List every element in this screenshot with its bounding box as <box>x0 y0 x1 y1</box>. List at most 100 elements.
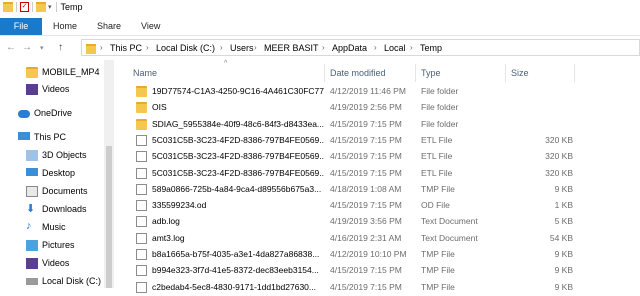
file-date-modified: 4/12/2019 11:46 PM <box>330 86 406 96</box>
properties-icon[interactable]: ✓ <box>20 2 29 12</box>
file-date-modified: 4/15/2019 7:15 PM <box>330 151 402 162</box>
file-row[interactable]: 5C031C5B-3C23-4F2D-8386-797B4FE0569... 4/… <box>114 133 640 149</box>
tab-home[interactable]: Home <box>53 18 77 35</box>
file-icon <box>136 265 147 277</box>
column-type[interactable]: Type <box>421 68 441 78</box>
download-icon: ⬇ <box>26 203 36 215</box>
file-size: 1 KB <box>554 200 573 211</box>
file-name: b8a1665a-b75f-4035-a3e1-4da827a86838... <box>152 249 320 259</box>
nav-item-music[interactable]: ♪ Music <box>0 219 104 237</box>
folder-icon <box>26 67 38 78</box>
file-row[interactable]: 5C031C5B-3C23-4F2D-8386-797B4FE0569... 4/… <box>114 166 640 182</box>
breadcrumb-meer-basit[interactable]: MEER BASIT <box>264 43 319 53</box>
file-row[interactable]: SDIAG_5955384e-40f9-48c6-84f3-d8433ea...… <box>114 117 640 133</box>
breadcrumb-this-pc[interactable]: This PC <box>110 43 142 53</box>
folder-icon <box>136 118 147 130</box>
file-date-modified: 4/15/2019 7:15 PM <box>330 200 402 211</box>
file-type: ETL File <box>421 134 453 145</box>
forward-arrow-icon[interactable]: → <box>22 42 32 53</box>
file-icon <box>136 151 147 163</box>
file-type: Text Document <box>421 232 478 243</box>
file-icon <box>136 200 147 212</box>
file-name: amt3.log <box>152 232 185 243</box>
cloud-icon <box>18 110 30 118</box>
breadcrumb-users[interactable]: Users <box>230 43 254 53</box>
nav-item-downloads[interactable]: ⬇ Downloads <box>0 201 104 219</box>
column-size[interactable]: Size <box>511 68 529 78</box>
file-row[interactable]: adb.log 4/19/2019 3:56 PM Text Document 5 K… <box>114 214 640 230</box>
tab-file[interactable]: File <box>0 18 42 35</box>
file-row[interactable]: 589a0866-725b-4a84-9ca4-d89556b675a3... 4… <box>114 182 640 198</box>
nav-item-videos-2[interactable]: Videos <box>0 255 104 273</box>
nav-item-desktop[interactable]: Desktop <box>0 165 104 183</box>
videos-icon <box>26 258 38 269</box>
file-name: 5C031C5B-3C23-4F2D-8386-797B4FE0569... <box>152 151 324 162</box>
customize-toolbar-chevron-icon[interactable]: ▾ <box>48 3 52 11</box>
file-icon <box>136 249 147 260</box>
file-icon <box>136 167 147 179</box>
nav-item-mobile-mp4[interactable]: MOBILE_MP4 <box>0 64 104 82</box>
back-arrow-icon[interactable]: ← <box>6 42 16 53</box>
ribbon-tabs: File Home Share View <box>0 18 640 36</box>
column-divider[interactable] <box>574 64 575 82</box>
column-divider[interactable] <box>324 64 325 82</box>
file-name: SDIAG_5955384e-40f9-48c6-84f3-d8433ea... <box>152 118 324 129</box>
window-title: Temp <box>60 2 83 12</box>
nav-item-documents[interactable]: Documents <box>0 183 104 201</box>
file-date-modified: 4/15/2019 7:15 PM <box>330 134 402 145</box>
file-row[interactable]: amt3.log 4/16/2019 2:31 AM Text Document 54… <box>114 231 640 247</box>
file-type: File folder <box>421 102 459 113</box>
file-size: 9 KB <box>554 249 573 259</box>
file-date-modified: 4/19/2019 3:56 PM <box>330 216 402 227</box>
file-row[interactable]: b8a1665a-b75f-4035-a3e1-4da827a86838... 4… <box>114 247 640 263</box>
column-divider[interactable] <box>505 64 506 82</box>
cube-icon <box>26 150 38 161</box>
navigation-pane-scrollbar[interactable] <box>104 60 114 288</box>
file-type: Text Document <box>421 216 478 227</box>
breadcrumb-separator-icon: › <box>410 43 413 52</box>
breadcrumb-local-disk[interactable]: Local Disk (C:) <box>156 43 215 53</box>
nav-item-3d-objects[interactable]: 3D Objects <box>0 147 104 165</box>
new-folder-icon[interactable] <box>36 2 46 12</box>
file-row[interactable]: 19D77574-C1A3-4250-9C16-4A461C30FC77 4/12… <box>114 84 640 100</box>
nav-item-local-disk[interactable]: Local Disk (C:) <box>0 273 104 291</box>
column-divider[interactable] <box>415 64 416 82</box>
file-name: adb.log <box>152 216 180 227</box>
tab-view[interactable]: View <box>141 18 160 35</box>
folder-icon <box>136 102 147 114</box>
nav-item-videos[interactable]: Videos <box>0 81 104 99</box>
videos-icon <box>26 84 38 95</box>
file-row[interactable]: 335599234.od 4/15/2019 7:15 PM OD File 1 KB <box>114 198 640 214</box>
address-bar[interactable]: › This PC › Local Disk (C:) › Users › ME… <box>81 39 640 56</box>
breadcrumb-temp[interactable]: Temp <box>420 43 442 53</box>
file-icon <box>136 183 147 195</box>
scrollbar-thumb[interactable] <box>106 146 112 288</box>
column-name[interactable]: Name <box>133 68 157 78</box>
breadcrumb-separator-icon: › <box>100 43 103 52</box>
documents-icon <box>26 186 38 197</box>
file-name: 19D77574-C1A3-4250-9C16-4A461C30FC77 <box>152 86 324 96</box>
column-date-modified[interactable]: Date modified <box>330 68 386 78</box>
file-row[interactable]: b994e323-3f7d-41e5-8372-dec83eeb3154... 4… <box>114 263 640 279</box>
nav-item-this-pc[interactable]: This PC <box>0 129 104 147</box>
file-row[interactable]: OIS 4/19/2019 2:56 PM File folder <box>114 100 640 116</box>
file-icon <box>136 134 147 146</box>
computer-icon <box>18 132 30 140</box>
breadcrumb-local[interactable]: Local <box>384 43 406 53</box>
up-arrow-icon[interactable]: ↑ <box>58 42 63 53</box>
file-type: ETL File <box>421 167 453 178</box>
file-row[interactable]: 5C031C5B-3C23-4F2D-8386-797B4FE0569... 4/… <box>114 149 640 165</box>
file-size: 320 KB <box>545 167 573 178</box>
file-name: 5C031C5B-3C23-4F2D-8386-797B4FE0569... <box>152 167 324 178</box>
recent-locations-chevron-icon[interactable]: ▾ <box>40 44 44 52</box>
tab-share[interactable]: Share <box>97 18 121 35</box>
file-date-modified: 4/15/2019 7:15 PM <box>330 118 402 129</box>
file-type: TMP File <box>421 183 455 194</box>
breadcrumb-appdata[interactable]: AppData <box>332 43 367 53</box>
nav-item-pictures[interactable]: Pictures <box>0 237 104 255</box>
file-type: ETL File <box>421 151 453 162</box>
pictures-icon <box>26 240 38 251</box>
file-size: 9 KB <box>554 265 573 276</box>
nav-item-onedrive[interactable]: OneDrive <box>0 105 104 123</box>
file-size: 9 KB <box>554 281 573 292</box>
